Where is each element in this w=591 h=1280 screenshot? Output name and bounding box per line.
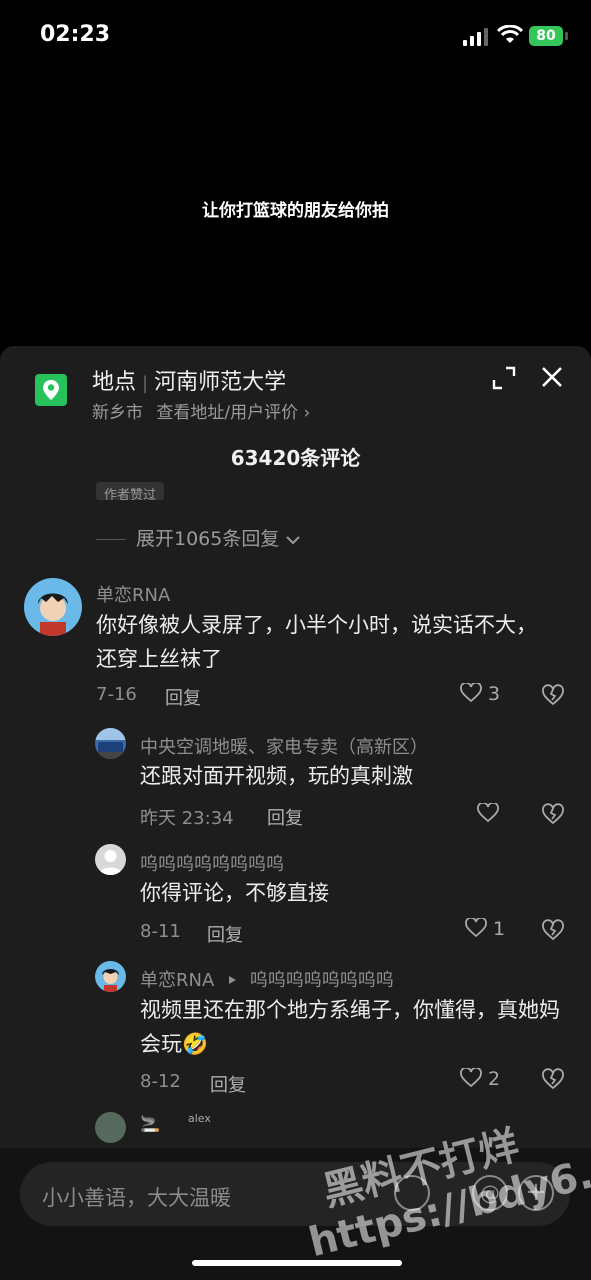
comment-count: 63420条评论 (230, 446, 361, 470)
heart-icon (460, 1066, 482, 1088)
comment-username[interactable]: 🚬 (140, 1114, 160, 1133)
comment-sub-username: alex (188, 1112, 211, 1125)
avatar[interactable] (24, 578, 82, 636)
comment-username[interactable]: 单恋RNA (96, 581, 170, 607)
clock: 02:23 (40, 22, 111, 47)
reply-button[interactable]: 回复 (165, 684, 201, 710)
dislike-icon[interactable] (541, 803, 565, 825)
reply-button[interactable]: 回复 (210, 1071, 246, 1097)
battery-level: 80 (536, 28, 556, 44)
like-count: 1 (493, 918, 506, 940)
avatar[interactable] (95, 844, 126, 875)
divider-line (96, 539, 126, 540)
chevron-down-icon (286, 535, 301, 544)
like-button[interactable]: 3 (460, 681, 501, 705)
comment-date: 昨天 23:34 (140, 808, 234, 829)
reply-author[interactable]: 单恋RNA (140, 970, 214, 991)
battery-cap (565, 32, 568, 40)
location-link[interactable]: 查看地址/用户评价 › (156, 403, 310, 423)
comment-text: 你好像被人录屏了，小半个小时，说实话不大，还穿上丝袜了 (96, 613, 537, 671)
comment-text: 视频里还在那个地方系绳子，你懂得，真她妈会玩🤣 (140, 998, 560, 1056)
dislike-icon[interactable] (541, 684, 565, 706)
location-label: 地点 (92, 370, 137, 395)
reply-target[interactable]: 呜呜呜呜呜呜呜呜 (250, 970, 394, 991)
avatar[interactable] (95, 1112, 126, 1143)
avatar[interactable] (95, 728, 126, 759)
like-count: 3 (488, 683, 501, 705)
dislike-icon[interactable] (541, 1068, 565, 1090)
wifi-icon (497, 25, 523, 43)
expand-replies-button[interactable]: 展开1065条回复 (96, 524, 301, 551)
dislike-icon[interactable] (541, 919, 565, 941)
comment-username[interactable]: 中央空调地暖、家电专卖（高新区） (140, 733, 428, 759)
expand-replies-label: 展开1065条回复 (136, 528, 280, 550)
comment-text: 你得评论，不够直接 (140, 881, 329, 905)
signal-icon (463, 28, 488, 46)
home-indicator[interactable] (192, 1260, 402, 1266)
location-title[interactable]: 地点 | 河南师范大学 (92, 364, 286, 396)
input-placeholder: 小小善语，大大温暖 (42, 1186, 231, 1210)
like-button[interactable]: 1 (465, 916, 506, 940)
location-pin-icon (35, 374, 67, 406)
heart-icon (477, 801, 499, 823)
author-liked-tag: 作者赞过 (96, 482, 165, 500)
avatar[interactable] (95, 961, 126, 992)
fullscreen-icon[interactable] (492, 366, 516, 390)
comment-text: 还跟对面开视频，玩的真刺激 (140, 764, 413, 788)
heart-icon (465, 916, 487, 938)
reply-button[interactable]: 回复 (267, 804, 303, 830)
location-name: 河南师范大学 (154, 370, 287, 395)
close-icon[interactable] (541, 366, 563, 388)
status-bar: 02:23 80 (0, 0, 591, 70)
battery-icon: 80 (529, 26, 563, 46)
reply-arrow-icon (229, 976, 237, 984)
comment-date: 8-12 (140, 1071, 181, 1092)
comment-date: 8-11 (140, 921, 181, 942)
like-button[interactable]: 2 (460, 1066, 501, 1090)
location-city: 新乡市 (92, 403, 143, 423)
comment-date: 7-16 (96, 684, 137, 705)
location-subtitle[interactable]: 新乡市 查看地址/用户评价 › (92, 398, 310, 423)
like-count: 2 (488, 1068, 501, 1090)
comment-username[interactable]: 单恋RNA 呜呜呜呜呜呜呜呜 (140, 966, 394, 992)
reply-button[interactable]: 回复 (207, 921, 243, 947)
video-caption: 让你打篮球的朋友给你拍 (202, 201, 389, 221)
comment-username[interactable]: 呜呜呜呜呜呜呜呜 (140, 850, 284, 876)
heart-icon (460, 681, 482, 703)
like-button[interactable] (477, 801, 499, 825)
